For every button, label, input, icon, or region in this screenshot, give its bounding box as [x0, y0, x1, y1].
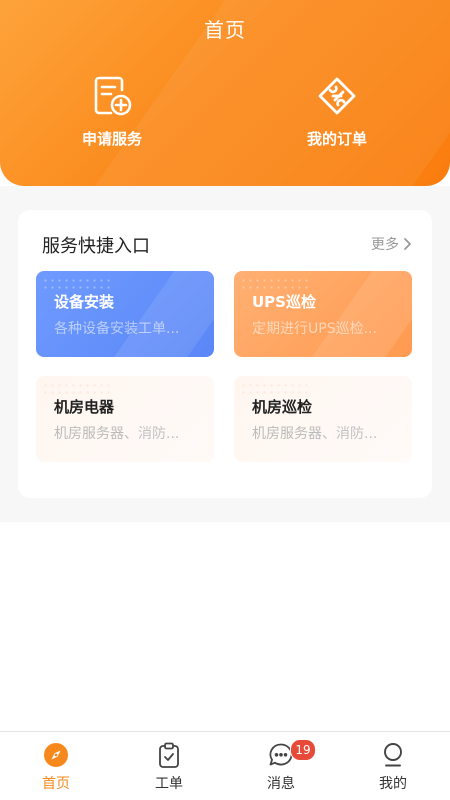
tile-title: 机房巡检 [252, 398, 313, 416]
more-label: 更多 [371, 237, 399, 253]
tile-title: 设备安装 [54, 293, 115, 311]
compass-icon [44, 743, 68, 767]
header: 首页 申请服务 我的订单 [0, 0, 450, 186]
clipboard-icon [159, 742, 179, 768]
tab-label: 消息 [267, 776, 295, 792]
tab-label: 工单 [155, 776, 183, 792]
my-orders-label: 我的订单 [306, 130, 367, 148]
tab-orders[interactable]: 工单 [129, 742, 209, 793]
tab-label: 首页 [42, 776, 70, 792]
tile-desc: 各种设备安装工单... [54, 321, 180, 337]
tile-desc: 定期进行UPS巡检... [252, 321, 377, 337]
apply-service-label: 申请服务 [81, 130, 142, 148]
add-document-icon [94, 76, 132, 116]
tile-desc: 机房服务器、消防... [252, 426, 378, 442]
home-page: 首页 申请服务 我的订单 服务快捷入口 更多 设备安装 各种设备安装工单... … [0, 0, 450, 800]
bottom-tab-bar: 首页 工单 19 消息 我的 [0, 731, 450, 800]
tab-messages[interactable]: 19 消息 [241, 739, 321, 793]
tile-title: UPS巡检 [252, 293, 316, 311]
unread-badge: 19 [290, 739, 316, 761]
service-tile-device-install[interactable]: 设备安装 各种设备安装工单... [36, 271, 214, 357]
tile-desc: 机房服务器、消防... [54, 426, 180, 442]
apply-service-button[interactable]: 申请服务 [47, 74, 177, 149]
chevron-right-icon [404, 238, 411, 250]
page-title: 首页 [204, 18, 246, 42]
user-icon [384, 743, 402, 767]
service-shortcuts-title: 服务快捷入口 [42, 236, 150, 257]
tile-title: 机房电器 [54, 398, 115, 416]
tab-home[interactable]: 首页 [16, 742, 96, 793]
service-shortcuts-card: 服务快捷入口 更多 设备安装 各种设备安装工单... UPS巡检 定期进行UPS… [18, 210, 432, 498]
ticket-icon [318, 77, 356, 115]
my-orders-button[interactable]: 我的订单 [272, 74, 402, 149]
tab-profile[interactable]: 我的 [353, 742, 433, 793]
service-tile-room-appliances[interactable]: 机房电器 机房服务器、消防... [36, 376, 214, 462]
more-link[interactable]: 更多 [371, 234, 412, 254]
service-tile-ups-inspection[interactable]: UPS巡检 定期进行UPS巡检... [234, 271, 412, 357]
service-tile-room-inspection[interactable]: 机房巡检 机房服务器、消防... [234, 376, 412, 462]
tab-label: 我的 [379, 776, 407, 792]
